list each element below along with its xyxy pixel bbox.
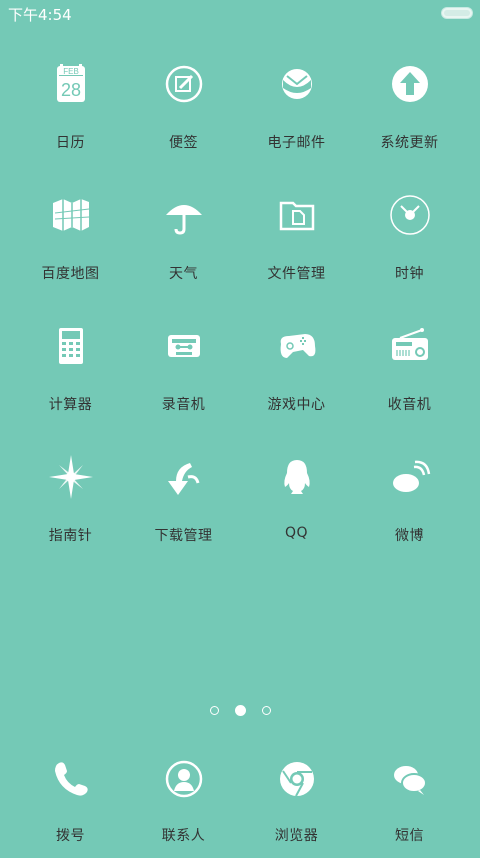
app-notes[interactable]: 便签	[127, 46, 240, 156]
compass-icon	[45, 451, 97, 503]
app-qq[interactable]: QQ	[240, 439, 353, 549]
app-label: 文件管理	[267, 266, 326, 282]
battery-icon	[442, 8, 472, 18]
app-label: 便签	[169, 135, 198, 151]
messages-icon	[384, 753, 436, 805]
app-label: 短信	[395, 828, 424, 844]
app-grid: FEB 28 日历 便签 电子邮件 系统更新 百度地图 天气 文件管理 时钟 计…	[0, 46, 480, 570]
app-download-manager[interactable]: 下载管理	[127, 439, 240, 549]
app-label: 浏览器	[274, 828, 319, 844]
dock: 拨号 联系人 浏览器 短信	[0, 748, 480, 853]
contacts-icon	[158, 753, 210, 805]
calendar-icon: FEB 28	[45, 58, 97, 110]
dock-phone[interactable]: 拨号	[14, 748, 127, 858]
app-label: 指南针	[48, 528, 93, 544]
folder-icon	[271, 189, 323, 241]
page-dot[interactable]	[261, 706, 271, 715]
update-icon	[384, 58, 436, 110]
app-compass[interactable]: 指南针	[14, 439, 127, 549]
app-email[interactable]: 电子邮件	[240, 46, 353, 156]
app-row: FEB 28 日历 便签 电子邮件 系统更新	[0, 46, 480, 177]
app-label: 录音机	[161, 397, 206, 413]
phone-icon	[45, 753, 97, 805]
radio-icon	[384, 320, 436, 372]
page-dot[interactable]	[209, 706, 219, 715]
app-radio[interactable]: 收音机	[353, 308, 466, 418]
map-icon	[45, 189, 97, 241]
calculator-icon	[45, 320, 97, 372]
app-calculator[interactable]: 计算器	[14, 308, 127, 418]
app-row: 计算器 录音机 游戏中心 收音机	[0, 308, 480, 439]
calendar-month: FEB	[63, 67, 79, 76]
qq-icon	[271, 451, 323, 503]
app-weibo[interactable]: 微博	[353, 439, 466, 549]
calendar-day: 28	[60, 80, 80, 100]
gamepad-icon	[271, 320, 323, 372]
app-weather[interactable]: 天气	[127, 177, 240, 287]
app-game-center[interactable]: 游戏中心	[240, 308, 353, 418]
app-file-manager[interactable]: 文件管理	[240, 177, 353, 287]
dock-browser[interactable]: 浏览器	[240, 748, 353, 858]
clock-icon	[384, 189, 436, 241]
app-row: 百度地图 天气 文件管理 时钟	[0, 177, 480, 308]
app-label: 收音机	[387, 397, 432, 413]
app-label: 拨号	[56, 828, 85, 844]
app-label: 下载管理	[154, 528, 213, 544]
email-icon	[271, 58, 323, 110]
page-dot-active[interactable]	[234, 705, 246, 716]
browser-icon	[271, 753, 323, 805]
status-time: 下午4:54	[8, 6, 72, 24]
app-baidu-map[interactable]: 百度地图	[14, 177, 127, 287]
app-update[interactable]: 系统更新	[353, 46, 466, 156]
app-label: QQ	[284, 525, 309, 541]
status-bar: 下午4:54	[0, 0, 480, 28]
app-label: 联系人	[161, 828, 206, 844]
app-label: 计算器	[48, 397, 93, 413]
app-label: 百度地图	[41, 266, 100, 282]
app-label: 系统更新	[380, 135, 439, 151]
app-label: 微博	[395, 528, 424, 544]
app-calendar[interactable]: FEB 28 日历	[14, 46, 127, 156]
app-label: 游戏中心	[267, 397, 326, 413]
weather-icon	[158, 189, 210, 241]
app-row: 指南针 下载管理 QQ 微博	[0, 439, 480, 570]
dock-messages[interactable]: 短信	[353, 748, 466, 858]
app-recorder[interactable]: 录音机	[127, 308, 240, 418]
app-label: 电子邮件	[267, 135, 326, 151]
notes-icon	[158, 58, 210, 110]
app-label: 天气	[169, 266, 198, 282]
page-indicator	[0, 700, 480, 716]
recorder-icon	[158, 320, 210, 372]
app-label: 时钟	[395, 266, 424, 282]
download-icon	[158, 451, 210, 503]
app-clock[interactable]: 时钟	[353, 177, 466, 287]
dock-contacts[interactable]: 联系人	[127, 748, 240, 858]
app-label: 日历	[56, 135, 85, 151]
weibo-icon	[384, 451, 436, 503]
